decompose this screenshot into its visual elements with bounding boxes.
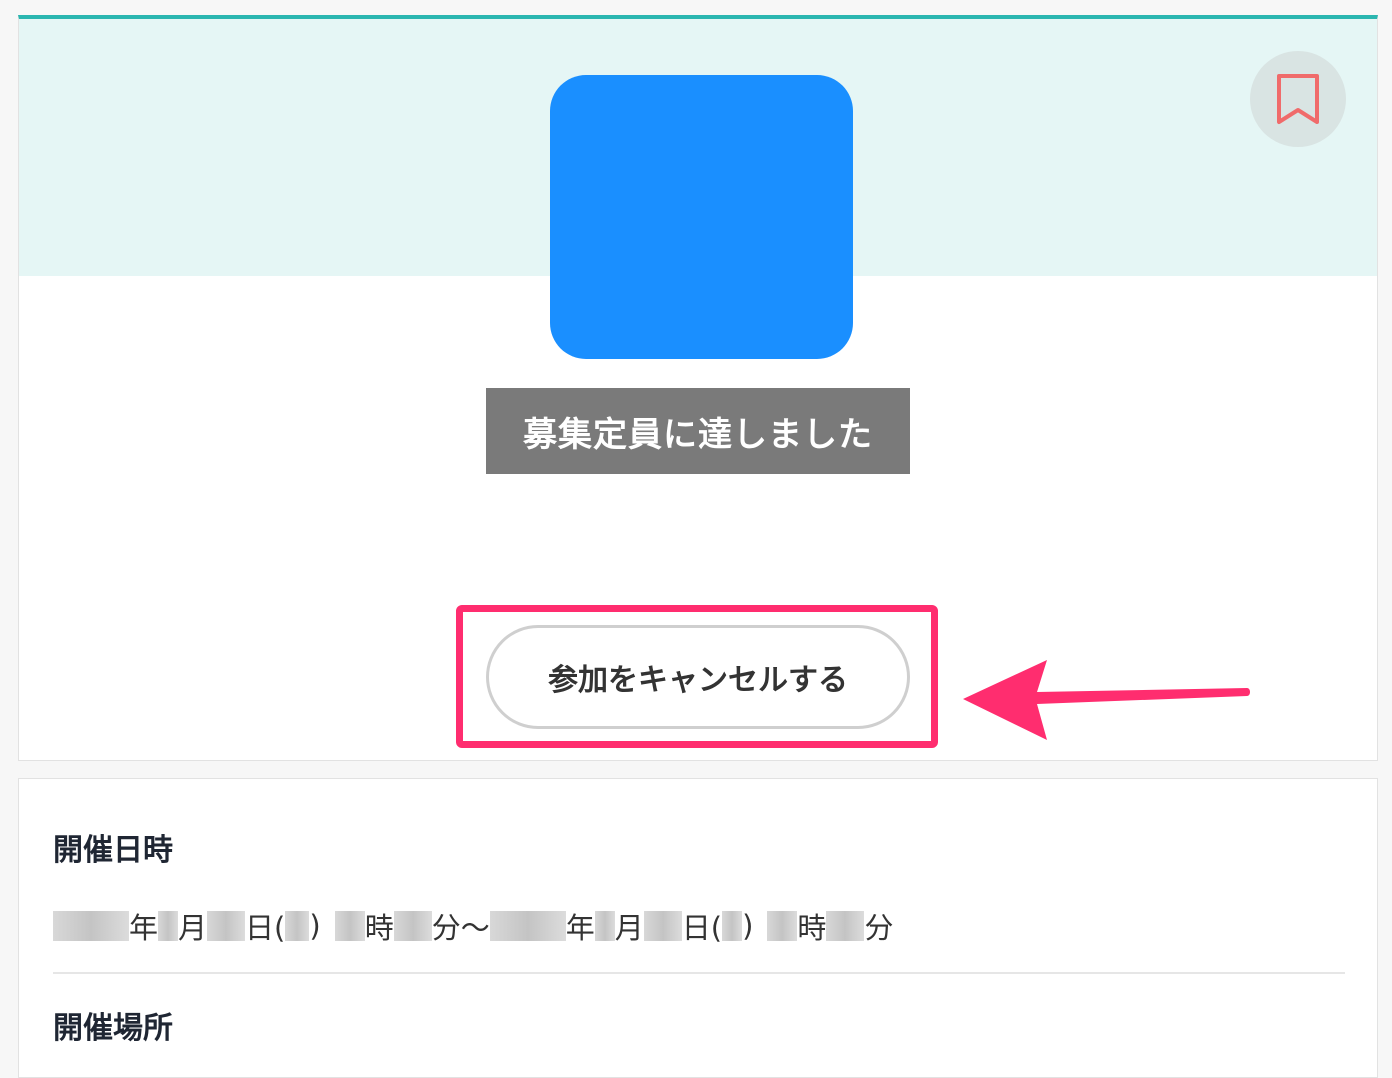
bookmark-button[interactable] [1250, 51, 1346, 147]
unit-month-end: 月 [614, 911, 644, 945]
unit-hour-end: 時 [797, 911, 827, 945]
arrow-left-icon [963, 660, 1250, 740]
unit-minute: 分 [431, 911, 461, 945]
event-info-card: 開催日時 年 月 日( ) 時 分 〜 年 月 日( ) 時 分 開催場所 [18, 778, 1378, 1078]
redacted-minute [393, 911, 432, 941]
event-header-card: 募集定員に達しました 参加をキャンセルする [18, 15, 1378, 761]
section-divider [53, 972, 1345, 974]
unit-month: 月 [178, 911, 208, 945]
date-heading: 開催日時 [53, 833, 173, 868]
range-tilde: 〜 [460, 911, 490, 945]
unit-hour: 時 [364, 911, 394, 945]
redacted-minute-end [826, 911, 865, 941]
unit-minute-end: 分 [864, 911, 894, 945]
redacted-weekday-end [722, 911, 743, 941]
event-logo [550, 75, 853, 359]
redacted-hour [334, 911, 365, 941]
close-paren-end: ) [742, 909, 754, 943]
redacted-day-end [643, 911, 682, 941]
redacted-hour-end [767, 911, 798, 941]
unit-year: 年 [129, 911, 159, 945]
event-datetime: 年 月 日( ) 時 分 〜 年 月 日( ) 時 分 [53, 905, 893, 947]
unit-year-end: 年 [565, 911, 595, 945]
redacted-month-end [594, 911, 615, 941]
redacted-year-end [489, 911, 566, 941]
close-paren: ) [309, 909, 321, 943]
redacted-weekday [285, 911, 310, 941]
redacted-day [207, 911, 246, 941]
redacted-year [53, 911, 129, 941]
cancel-participation-button[interactable]: 参加をキャンセルする [486, 625, 910, 729]
venue-heading: 開催場所 [53, 1011, 173, 1046]
unit-day: 日( [245, 911, 286, 945]
status-badge: 募集定員に達しました [486, 388, 910, 474]
bookmark-icon [1277, 74, 1319, 124]
redacted-month [158, 911, 179, 941]
unit-day-end: 日( [681, 911, 723, 945]
